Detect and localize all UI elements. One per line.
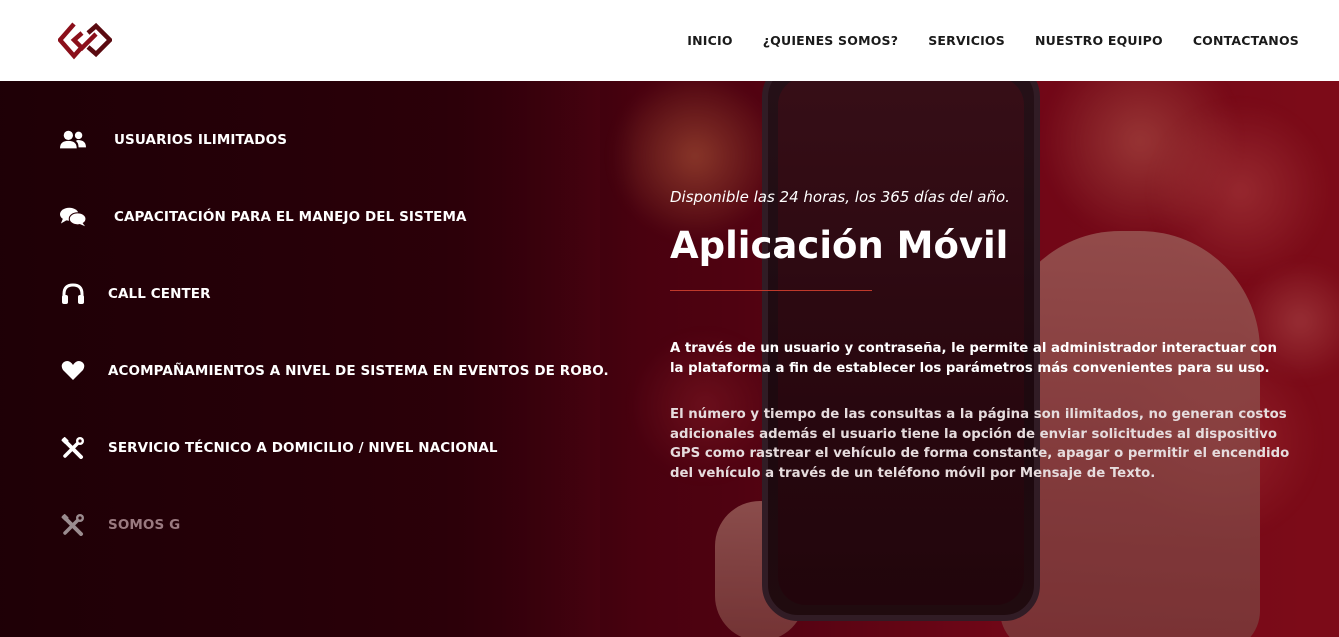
feature-somos-g: SOMOS G <box>60 513 180 537</box>
heart-icon <box>60 359 86 383</box>
feature-servicio-tecnico: SERVICIO TÉCNICO A DOMICILIO / NIVEL NAC… <box>60 436 498 460</box>
main-nav: INICIO ¿QUIENES SOMOS? SERVICIOS NUESTRO… <box>687 0 1299 81</box>
feature-acompanamientos: ACOMPAÑAMIENTOS A NIVEL DE SISTEMA EN EV… <box>60 359 609 383</box>
feature-label: ACOMPAÑAMIENTOS A NIVEL DE SISTEMA EN EV… <box>108 363 609 379</box>
feature-capacitacion: CAPACITACIÓN PARA EL MANEJO DEL SISTEMA <box>60 205 467 229</box>
logo[interactable] <box>57 20 114 60</box>
title-divider <box>670 290 872 291</box>
tools-icon <box>60 513 86 537</box>
feature-label: CALL CENTER <box>108 286 211 302</box>
tagline: Disponible las 24 horas, los 365 días de… <box>670 188 1010 206</box>
feature-call-center: CALL CENTER <box>60 282 211 306</box>
headphones-icon <box>60 282 86 306</box>
nav-contactanos[interactable]: CONTACTANOS <box>1193 33 1299 48</box>
diamond-chain-logo-icon <box>57 22 114 60</box>
description-paragraph-1: A través de un usuario y contraseña, le … <box>670 341 1277 376</box>
feature-label: SOMOS G <box>108 517 181 533</box>
feature-label: CAPACITACIÓN PARA EL MANEJO DEL SISTEMA <box>114 209 467 225</box>
site-header: INICIO ¿QUIENES SOMOS? SERVICIOS NUESTRO… <box>0 0 1339 81</box>
page-title: Aplicación Móvil <box>670 224 1009 267</box>
chat-bubbles-icon <box>60 205 86 229</box>
users-icon <box>60 128 86 152</box>
feature-label: SERVICIO TÉCNICO A DOMICILIO / NIVEL NAC… <box>108 440 498 456</box>
nav-nuestro-equipo[interactable]: NUESTRO EQUIPO <box>1035 33 1163 48</box>
nav-servicios[interactable]: SERVICIOS <box>928 33 1005 48</box>
nav-quienes-somos[interactable]: ¿QUIENES SOMOS? <box>763 33 899 48</box>
tools-icon <box>60 436 86 460</box>
nav-inicio[interactable]: INICIO <box>687 33 732 48</box>
feature-usuarios-ilimitados: USUARIOS ILIMITADOS <box>60 128 287 152</box>
feature-label: USUARIOS ILIMITADOS <box>114 132 288 148</box>
description-paragraph-2: El número y tiempo de las consultas a la… <box>670 407 1290 481</box>
